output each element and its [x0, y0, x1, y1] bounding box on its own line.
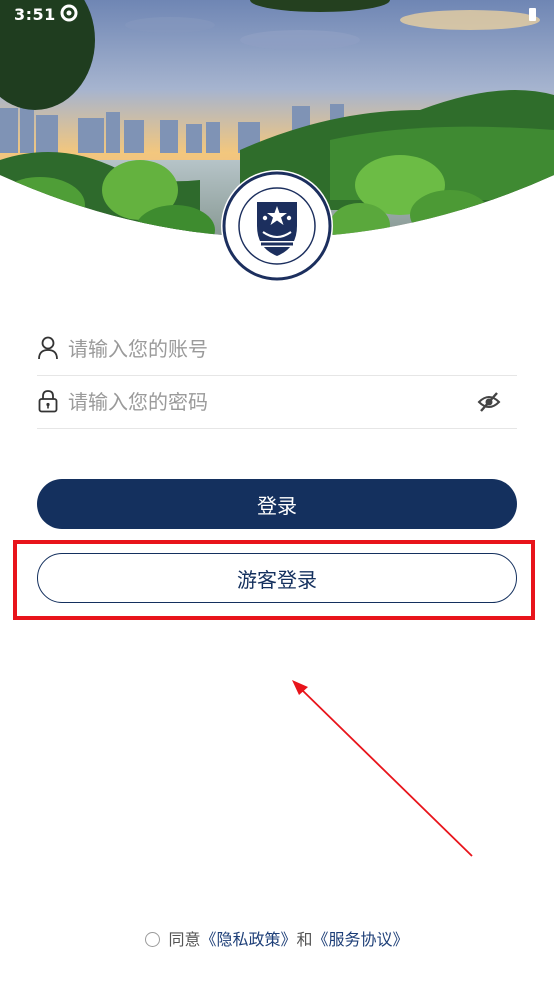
login-button[interactable]: 登录 — [37, 479, 517, 529]
radio-icon[interactable] — [145, 932, 161, 947]
password-input[interactable] — [66, 386, 470, 418]
status-time: 3:51 — [14, 5, 56, 24]
password-field[interactable] — [37, 376, 517, 429]
agreement-conjunction: 和 — [296, 930, 313, 949]
status-bar: 3:51 — [0, 0, 554, 30]
service-agreement-link[interactable]: 《服务协议》 — [313, 930, 409, 949]
agreement-row: 同意《隐私政策》和《服务协议》 — [0, 926, 554, 950]
agreement-prefix: 同意 — [168, 930, 201, 949]
lock-icon — [38, 390, 58, 413]
settings-status-icon — [60, 4, 78, 22]
college-logo — [221, 170, 333, 282]
eye-off-icon[interactable] — [477, 390, 501, 414]
user-icon — [38, 336, 58, 360]
highlight-box — [13, 540, 535, 620]
privacy-policy-link[interactable]: 《隐私政策》 — [200, 930, 296, 949]
account-input[interactable] — [66, 333, 470, 365]
battery-icon — [529, 8, 536, 21]
account-field[interactable] — [37, 323, 517, 376]
